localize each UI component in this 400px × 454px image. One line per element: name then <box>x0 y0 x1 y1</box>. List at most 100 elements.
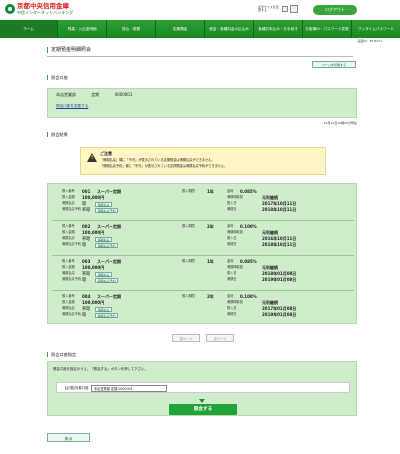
payout-reservation-value: 可 <box>82 276 86 282</box>
deposit-no: 003 <box>82 258 91 264</box>
nav-time-deposit[interactable]: 定期預金 <box>156 20 206 38</box>
notice-line: 「満期払戻」欄に「不可」が表示されている定期預金は満期払戻ができません。 <box>100 158 215 162</box>
rate-label: 金利 <box>227 189 234 193</box>
timestamp: 10月10日10時00分現在 <box>323 121 357 125</box>
maturity-date-label: 満期日 <box>227 207 237 211</box>
bank-logo-icon <box>5 4 15 14</box>
deposit-product: スーパー定期 <box>97 223 121 229</box>
deposit-amount: 100,000円 <box>82 229 105 235</box>
deposit-no-label: 預入番号 <box>62 294 75 298</box>
maturity-payout-button[interactable]: 満期払戻 <box>95 202 113 207</box>
deposit-entry: 預入番号 001 スーパー定期 預入金額 100,000円 満期払戻 可満期払戻予約 不可 預入… <box>52 187 354 221</box>
results-section-title: 照会結果 <box>47 132 68 138</box>
maturity-payout-label: 満期払戻 <box>62 271 75 275</box>
payout-reservation-label: 満期払戻予約 <box>62 277 82 281</box>
maturity-handling: 元利継続 <box>262 299 278 305</box>
maturity-handling: 元利継続 <box>262 264 278 270</box>
maturity-payout-button[interactable]: 満期払戻 <box>95 237 113 242</box>
nav-balance[interactable]: 残高・入出金明細 <box>58 20 108 38</box>
deposit-entry: 預入番号 002 スーパー定期 預入金額 100,000円 満期払戻 不可 満期払戻予約可預入… <box>52 222 354 256</box>
maturity-date-label: 満期日 <box>227 312 237 316</box>
nav-transfer[interactable]: 振込・振替 <box>107 20 157 38</box>
payout-reservation-label: 満期払戻予約 <box>62 242 82 246</box>
screen-id: 画面ID：BTM003 <box>357 39 382 43</box>
page-title: 定期預金明細照会 <box>47 47 91 53</box>
amount-label: 預入金額 <box>62 265 75 269</box>
payout-reservation-button[interactable]: 満期払戻予約 <box>95 313 119 318</box>
account-row: 本店営業部 定期 0000001 <box>56 92 146 98</box>
print-page-button[interactable]: ページを印刷する <box>312 61 356 68</box>
deposit-period: 1年 <box>207 188 214 194</box>
next-page-button[interactable]: 次ページ <box>206 334 234 342</box>
account-branch: 本店営業部 <box>56 92 76 97</box>
deposit-amount: 100,000円 <box>82 299 105 305</box>
deposit-product: スーパー定期 <box>97 293 121 299</box>
maturity-date-label: 満期日 <box>227 242 237 246</box>
maturity-payout-button[interactable]: 満期払戻 <box>95 272 113 277</box>
account-panel: 本店営業部 定期 0000001 照会口座を変更する <box>47 88 357 118</box>
deposit-date: 2016年10月11日 <box>262 235 297 241</box>
maturity-date: 2019年01月08日 <box>262 311 297 317</box>
rate-label: 金利 <box>227 224 234 228</box>
deposit-date-label: 預入日 <box>227 271 237 275</box>
change-account-link[interactable]: 照会口座を変更する <box>56 104 88 108</box>
payout-reservation-value: 可 <box>82 241 86 247</box>
maturity-payout-button[interactable]: 満期払戻 <box>95 307 113 312</box>
maturity-handling: 元利継続 <box>262 229 278 235</box>
maturity-handling-label: 満期時取扱 <box>227 265 243 269</box>
back-button[interactable]: 戻る <box>47 433 90 442</box>
rate-label: 金利 <box>227 259 234 263</box>
maturity-date: 2018年10月11日 <box>262 241 297 247</box>
payout-reservation-button[interactable]: 満期払戻予約 <box>95 278 119 283</box>
maturity-payout-label: 満期払戻 <box>62 236 75 240</box>
deposit-period: 1年 <box>207 258 214 264</box>
account-select-row: 【必須】 対象口座 本店営業部 定期 0000001 <box>56 382 350 393</box>
deposit-no-label: 預入番号 <box>62 189 75 193</box>
deposit-rate: 0.100% <box>240 223 257 229</box>
account-select[interactable]: 本店営業部 定期 0000001 <box>91 385 167 392</box>
period-label: 預入期間 <box>182 189 195 193</box>
rate-label: 金利 <box>227 294 234 298</box>
nav-password-change[interactable]: お客様ID・パスワード変更 <box>303 20 352 38</box>
nav-tax-payment[interactable]: 税金・各種料金の払込み <box>205 20 255 38</box>
logout-button[interactable]: ログアウト <box>313 5 357 15</box>
maturity-payout-value: 不可 <box>82 235 90 241</box>
deposit-product: スーパー定期 <box>97 188 121 194</box>
period-label: 預入期間 <box>182 294 195 298</box>
deposit-entry: 預入番号 003 スーパー定期 預入金額 100,000円 満期払戻 不可 満期払戻予約可預入… <box>52 257 354 291</box>
maturity-payout-label: 満期払戻 <box>62 201 75 205</box>
maturity-payout-value: 不可 <box>82 270 90 276</box>
maturity-payout-value: 可 <box>82 200 86 206</box>
period-label: 預入期間 <box>182 224 195 228</box>
font-size-label: 文字サイズを変更する <box>258 5 279 13</box>
amount-label: 預入金額 <box>62 230 75 234</box>
account-type: 定期 <box>91 92 100 97</box>
deposit-date: 2017年10月11日 <box>262 200 297 206</box>
deposit-amount: 100,000円 <box>82 194 105 200</box>
maturity-handling-label: 満期時取扱 <box>227 230 243 234</box>
arrow-down-icon <box>199 399 205 403</box>
account-number: 0000001 <box>114 92 133 97</box>
deposit-product: スーパー定期 <box>97 258 121 264</box>
nav-home[interactable]: ホーム <box>0 20 59 38</box>
deposit-date-label: 預入日 <box>227 201 237 205</box>
deposit-entry: 預入番号 004 スーパー定期 預入金額 100,000円 満期払戻 不可 満期払戻予約可預入… <box>52 292 354 326</box>
font-size-small-button[interactable] <box>282 6 288 12</box>
submit-query-button[interactable]: 照会する <box>169 404 237 415</box>
spec-note: 照会口座を指定のうえ、「照会する」ボタンを押して下さい。 <box>53 367 148 371</box>
deposit-list: 預入番号 001 スーパー定期 預入金額 100,000円 満期払戻可満期払戻予約 不可 預入… <box>47 183 357 324</box>
payout-reservation-button[interactable]: 満期払戻予約 <box>95 208 119 213</box>
warning-icon <box>87 153 97 162</box>
main-nav: ホーム 残高・入出金明細 振込・振替 定期預金 税金・各種料金の払込み 各種お申… <box>0 20 400 38</box>
period-label: 預入期間 <box>182 259 195 263</box>
nav-applications[interactable]: 各種お申込み・お手続き <box>254 20 304 38</box>
payout-reservation-button[interactable]: 満期払戻予約 <box>95 243 119 248</box>
prev-page-button[interactable]: 前ページ <box>172 334 200 342</box>
title-divider <box>47 56 353 57</box>
nav-one-time-password[interactable]: ワンタイムパスワード <box>352 20 400 38</box>
site-header: 京都中央信用金庫 中信インターネットバンキング 文字サイズを変更する ログアウト <box>0 0 400 19</box>
deposit-date: 2018年01月08日 <box>262 270 297 276</box>
font-size-large-button[interactable] <box>290 5 298 13</box>
deposit-date-label: 預入日 <box>227 236 237 240</box>
bank-subtitle: 中信インターネットバンキング <box>17 10 74 15</box>
